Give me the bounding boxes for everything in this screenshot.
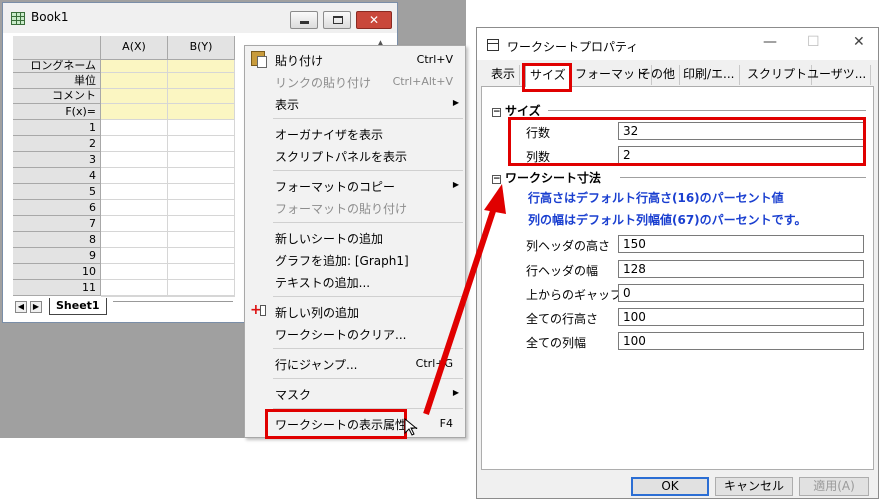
mouse-cursor-icon bbox=[404, 417, 418, 436]
highlight-box-size-tab bbox=[522, 63, 572, 92]
arrow-shaft bbox=[423, 207, 497, 415]
arrow-head-icon bbox=[484, 184, 506, 214]
annotation-arrow bbox=[423, 184, 506, 415]
